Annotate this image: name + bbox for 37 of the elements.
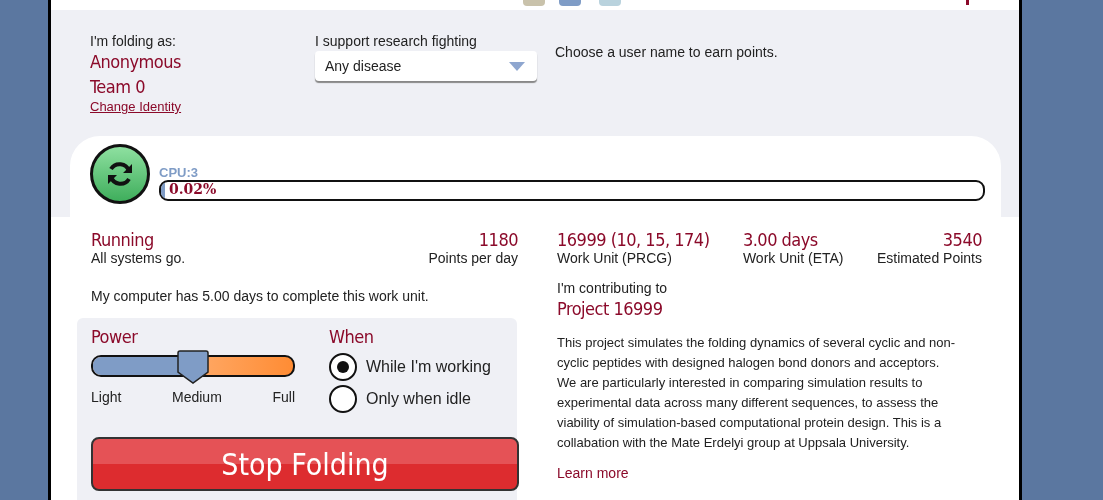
notice-text: Choose a user name to earn points. bbox=[555, 44, 778, 62]
radio-button[interactable] bbox=[329, 385, 357, 413]
stat-label: Work Unit (ETA) bbox=[742, 251, 844, 266]
radio-button[interactable] bbox=[329, 353, 357, 381]
stat-label: Points per day bbox=[428, 251, 518, 266]
slider-tick-label: Light bbox=[91, 389, 122, 405]
marker-icon bbox=[966, 0, 969, 5]
stat-value: 3.00 days bbox=[742, 229, 819, 251]
slider-thumb[interactable] bbox=[177, 350, 209, 384]
progress-percent: 0.02% bbox=[169, 181, 217, 197]
identity-label: I'm folding as: bbox=[90, 33, 177, 49]
user-name: Anonymous bbox=[90, 50, 182, 74]
when-title: When bbox=[329, 325, 375, 349]
learn-more-link[interactable]: Learn more bbox=[557, 465, 982, 481]
radio-option[interactable]: Only when idle bbox=[329, 385, 491, 413]
change-identity-link[interactable]: Change Identity bbox=[90, 99, 315, 114]
power-title: Power bbox=[91, 325, 139, 349]
radio-option[interactable]: While I'm working bbox=[329, 353, 491, 381]
project-title: Project 16999 bbox=[557, 297, 664, 321]
deadline-text: My computer has 5.00 days to complete this work unit. bbox=[91, 288, 430, 304]
stat-value: 16999 (10, 15, 174) bbox=[557, 229, 710, 251]
status-detail: All systems go. bbox=[91, 251, 186, 266]
status-title: Running bbox=[91, 229, 155, 251]
caret-icon bbox=[509, 61, 525, 71]
stat-label: Work Unit (PRCG) bbox=[557, 251, 673, 266]
cpu-label: CPU:3 bbox=[159, 164, 199, 180]
cause-label: I support research fighting bbox=[315, 33, 478, 49]
slider-tick-label: Medium bbox=[172, 389, 222, 405]
project-description: This project simulates the folding dynamics of several cyclic and non-cyclic peptides with designed halogen bond donors and acceptors. We are particularly interested in comparing simulation results to experimental data across many different sequences, to assess the viability of simulation-based computational protein design. This is a collabation with the Mate Erdelyi group at Uppsala University. bbox=[557, 334, 957, 452]
project-intro: I'm contributing to bbox=[557, 280, 669, 296]
stop-folding-button[interactable]: Stop Folding bbox=[91, 437, 519, 491]
stat-value: 3540 bbox=[942, 229, 982, 251]
cause-dropdown[interactable]: Any disease bbox=[315, 51, 537, 81]
stat-label: Estimated Points bbox=[876, 251, 982, 266]
stat-value: 1180 bbox=[478, 229, 518, 251]
team-name: Team 0 bbox=[90, 75, 146, 99]
slider-tick-label: Full bbox=[272, 389, 295, 405]
